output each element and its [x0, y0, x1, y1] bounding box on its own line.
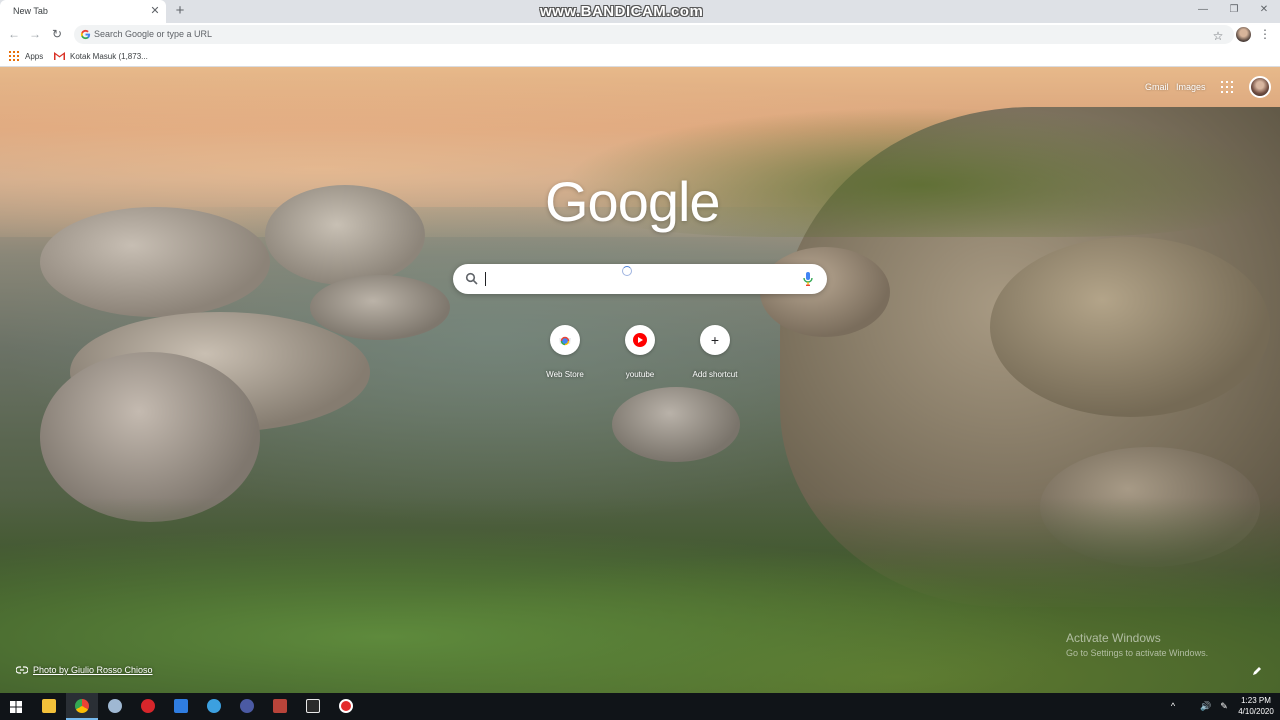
- clock[interactable]: 1:23 PM 4/10/2020: [1236, 696, 1276, 716]
- taskbar-pubg[interactable]: [297, 693, 329, 720]
- bandicam-record-icon: [339, 699, 353, 713]
- google-logo: Google: [545, 170, 721, 233]
- steam-icon: [108, 699, 122, 713]
- start-icon: [10, 701, 22, 713]
- chrome-menu-icon[interactable]: ⋮: [1258, 26, 1272, 42]
- volume-icon[interactable]: 🔊: [1200, 701, 1211, 711]
- gmail-icon: [54, 52, 65, 60]
- shortcut-label: Add shortcut: [692, 370, 738, 379]
- profile-avatar[interactable]: [1236, 27, 1251, 42]
- taskbar-game[interactable]: [264, 693, 296, 720]
- taskbar-browser[interactable]: [198, 693, 230, 720]
- bookmark-star-icon[interactable]: ☆: [1210, 28, 1226, 44]
- tab-title: New Tab: [13, 6, 48, 16]
- uplay-icon: [240, 699, 254, 713]
- shortcut-add[interactable]: + Add shortcut: [675, 325, 755, 385]
- reload-button[interactable]: ↻: [49, 26, 65, 42]
- search-input[interactable]: [485, 272, 486, 286]
- microphone-icon[interactable]: [802, 271, 814, 287]
- images-link[interactable]: Images: [1176, 82, 1206, 92]
- shortcut-label: youtube: [625, 370, 655, 379]
- tab-close-icon[interactable]: ✕: [148, 4, 162, 18]
- clock-time: 1:23 PM: [1241, 696, 1271, 705]
- game-launcher-icon: [141, 699, 155, 713]
- minimize-button[interactable]: —: [1193, 2, 1213, 18]
- google-g-icon: [80, 29, 91, 40]
- loading-spinner-icon: [622, 266, 632, 276]
- account-avatar[interactable]: [1249, 76, 1271, 98]
- pen-icon[interactable]: ✎: [1219, 701, 1229, 711]
- photo-credit-text: Photo by Giulio Rosso Chioso: [33, 665, 153, 675]
- taskbar-game-launcher[interactable]: [132, 693, 164, 720]
- shortcut-youtube[interactable]: youtube: [600, 325, 680, 385]
- new-tab-button[interactable]: +: [172, 3, 188, 19]
- taskbar-file-explorer[interactable]: [33, 693, 65, 720]
- recording-watermark: www.BANDICAM.com: [540, 3, 704, 20]
- restore-button[interactable]: ❐: [1224, 2, 1244, 18]
- bookmark-label: Kotak Masuk (1,873...: [70, 51, 148, 61]
- browser-icon: [207, 699, 221, 713]
- close-window-button[interactable]: ✕: [1254, 2, 1274, 18]
- tray-overflow-icon[interactable]: ^: [1168, 701, 1178, 711]
- app-icon: [174, 699, 188, 713]
- chrome-icon: [75, 699, 89, 713]
- google-apps-icon[interactable]: [1221, 81, 1233, 93]
- tab-new-tab[interactable]: New Tab ✕: [0, 0, 166, 23]
- back-button[interactable]: ←: [6, 26, 22, 42]
- apps-grid-icon: [9, 51, 19, 61]
- bookmark-apps[interactable]: Apps: [9, 49, 43, 63]
- shortcut-web-store[interactable]: Web Store: [525, 325, 605, 385]
- plus-icon: +: [710, 332, 720, 348]
- photo-credit-link[interactable]: Photo by Giulio Rosso Chioso: [16, 665, 153, 675]
- link-icon: [16, 666, 28, 674]
- taskbar-uplay[interactable]: [231, 693, 263, 720]
- taskbar-chrome[interactable]: [66, 693, 98, 720]
- bookmark-gmail[interactable]: Kotak Masuk (1,873...: [54, 49, 148, 63]
- browser-toolbar: ← → ↻ Search Google or type a URL ☆ ⋮: [0, 23, 1280, 46]
- youtube-icon: [633, 333, 647, 347]
- start-button[interactable]: [0, 693, 32, 720]
- shortcut-label: Web Store: [546, 370, 584, 379]
- clock-date: 4/10/2020: [1238, 707, 1274, 716]
- search-box[interactable]: [453, 264, 827, 294]
- taskbar-app[interactable]: [165, 693, 197, 720]
- search-icon: [465, 272, 478, 285]
- omnibox-placeholder: Search Google or type a URL: [94, 29, 213, 39]
- activate-windows-subtitle: Go to Settings to activate Windows.: [1066, 648, 1209, 658]
- bookmarks-bar: Apps Kotak Masuk (1,873...: [0, 46, 1280, 67]
- game-icon: [273, 699, 287, 713]
- chrome-web-store-icon: [559, 336, 571, 346]
- windows-taskbar: ^ 🔊 ✎ 1:23 PM 4/10/2020: [0, 693, 1280, 720]
- taskbar-bandicam[interactable]: [330, 693, 362, 720]
- activate-windows-watermark: Activate Windows Go to Settings to activ…: [1066, 631, 1208, 658]
- customize-pencil-icon[interactable]: [1251, 665, 1263, 677]
- activate-windows-title: Activate Windows: [1066, 631, 1161, 645]
- new-tab-page: Gmail Images Google Web Store youtube + …: [0, 67, 1280, 693]
- address-bar[interactable]: Search Google or type a URL ☆: [74, 25, 1234, 44]
- file-explorer-icon: [42, 699, 56, 713]
- gmail-link[interactable]: Gmail: [1145, 82, 1169, 92]
- tab-strip: New Tab ✕ + www.BANDICAM.com — ❐ ✕: [0, 0, 1280, 23]
- taskbar-steam[interactable]: [99, 693, 131, 720]
- forward-button[interactable]: →: [27, 26, 43, 42]
- bookmark-label: Apps: [25, 51, 44, 61]
- pubg-icon: [306, 699, 320, 713]
